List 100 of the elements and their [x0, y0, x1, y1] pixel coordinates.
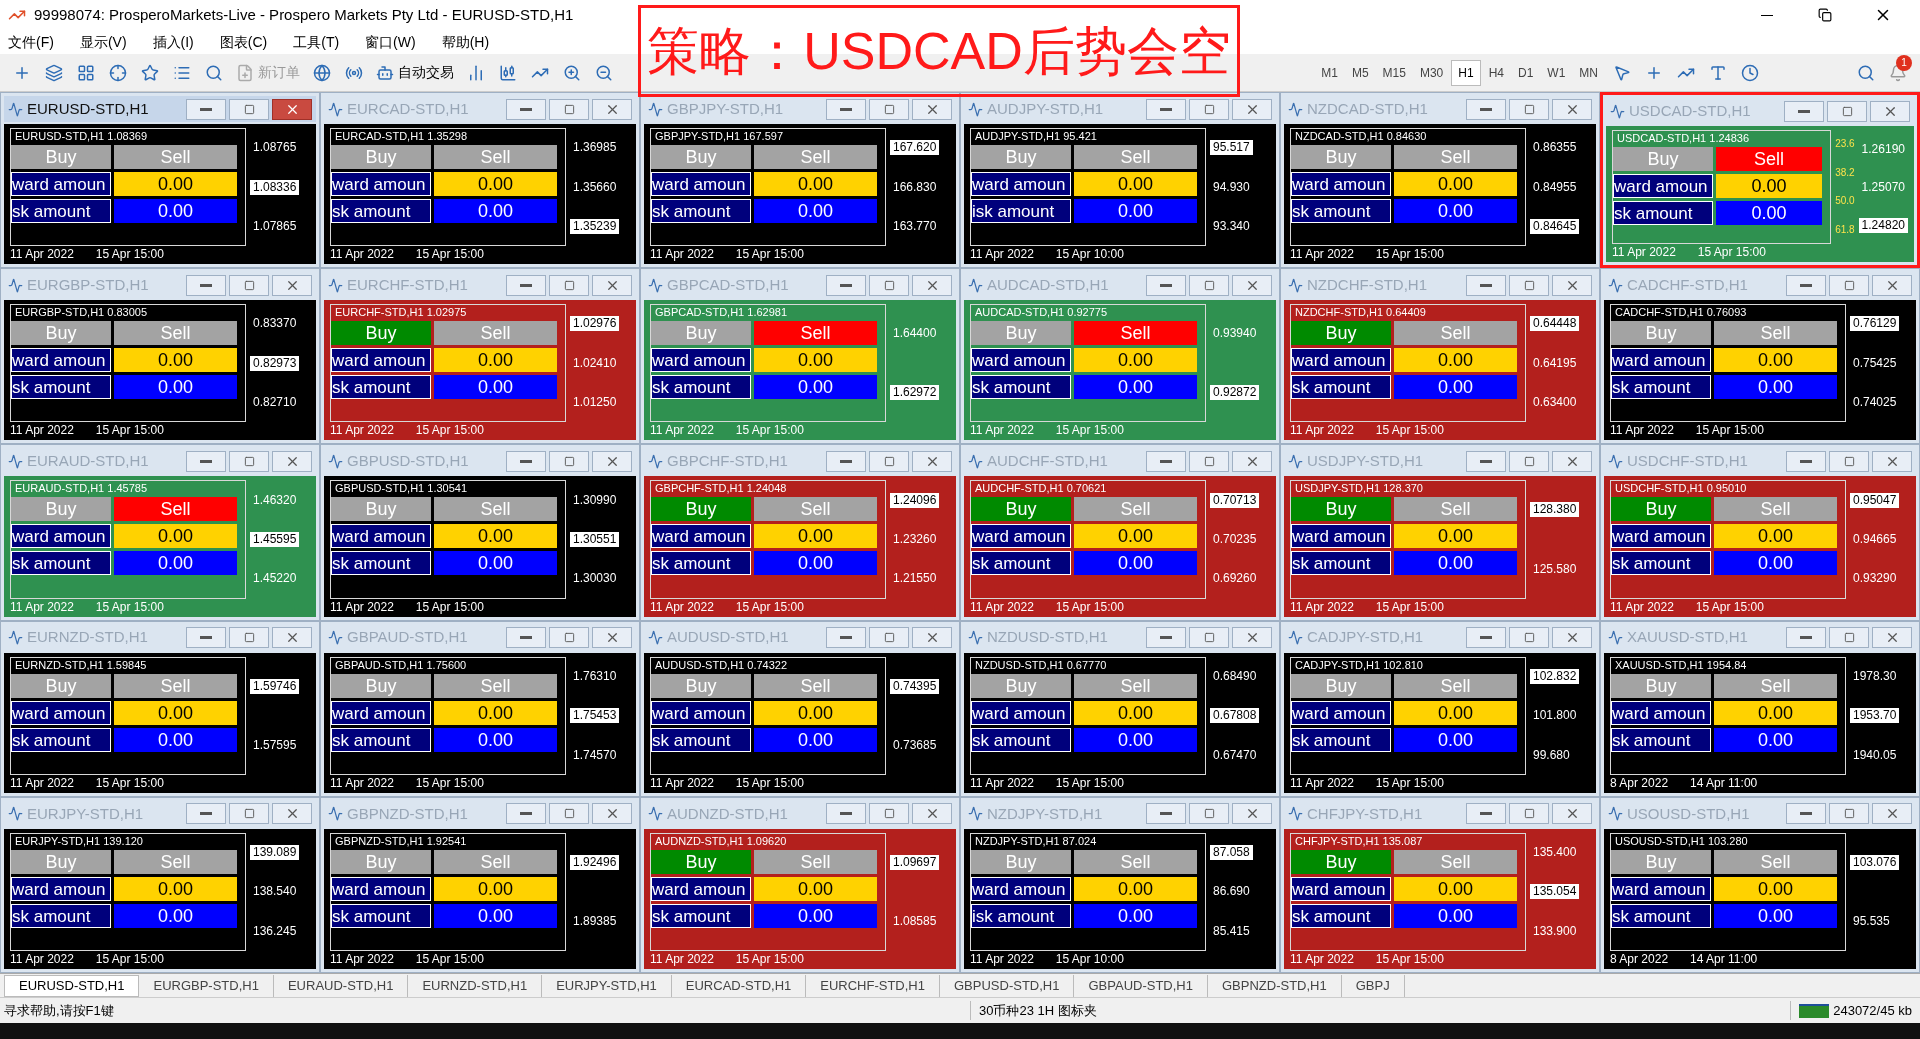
timeframe-button[interactable]: H4	[1482, 59, 1510, 86]
maximize-button[interactable]	[869, 98, 909, 120]
menu-item[interactable]: 插入(I)	[152, 31, 194, 53]
buy-button[interactable]: Buy	[971, 673, 1071, 698]
buy-button[interactable]: Buy	[1611, 497, 1711, 522]
maximize-button[interactable]	[1189, 450, 1229, 472]
sell-button[interactable]: Sell	[1714, 849, 1837, 874]
close-button[interactable]	[1872, 627, 1912, 649]
chart-tab[interactable]: EURJPY-STD,H1	[542, 975, 672, 997]
minimize-button[interactable]	[826, 803, 866, 825]
close-button[interactable]	[1872, 450, 1912, 472]
close-button[interactable]	[1872, 274, 1912, 296]
buy-button[interactable]: Buy	[331, 673, 431, 698]
close-button[interactable]	[1552, 627, 1592, 649]
sell-button[interactable]: Sell	[1394, 673, 1517, 698]
minimize-button[interactable]	[186, 450, 226, 472]
minimize-button[interactable]	[1786, 803, 1826, 825]
sell-button[interactable]: Sell	[1074, 673, 1197, 698]
close-button[interactable]	[1232, 98, 1272, 120]
sell-button[interactable]: Sell	[754, 497, 877, 522]
maximize-button[interactable]	[229, 450, 269, 472]
sell-button[interactable]: Sell	[1394, 849, 1517, 874]
minimize-button[interactable]	[186, 803, 226, 825]
close-button[interactable]	[1232, 627, 1272, 649]
sell-button[interactable]: Sell	[754, 145, 877, 169]
sell-button[interactable]: Sell	[434, 673, 557, 698]
buy-button[interactable]: Buy	[971, 849, 1071, 874]
minimize-button[interactable]	[506, 98, 546, 120]
buy-button[interactable]: Buy	[331, 321, 431, 346]
buy-button[interactable]: Buy	[651, 321, 751, 346]
minimize-button[interactable]	[1146, 274, 1186, 296]
auto-trading-button[interactable]: 自动交易	[372, 58, 458, 87]
close-button[interactable]	[272, 98, 312, 120]
maximize-button[interactable]	[1189, 627, 1229, 649]
sell-button[interactable]: Sell	[1074, 145, 1197, 169]
sell-button[interactable]: Sell	[1714, 673, 1837, 698]
minimize-button[interactable]	[506, 274, 546, 296]
maximize-button[interactable]	[1509, 98, 1549, 120]
sell-button[interactable]: Sell	[434, 497, 557, 522]
maximize-button[interactable]	[1829, 450, 1869, 472]
maximize-button[interactable]	[229, 803, 269, 825]
buy-button[interactable]: Buy	[331, 849, 431, 874]
buy-button[interactable]: Buy	[971, 321, 1071, 346]
sell-button[interactable]: Sell	[1394, 145, 1517, 169]
chart-tab[interactable]: GBPUSD-STD,H1	[940, 975, 1075, 997]
chart-tab[interactable]: EURCAD-STD,H1	[671, 975, 807, 997]
buy-button[interactable]: Buy	[651, 145, 751, 169]
close-button[interactable]	[912, 803, 952, 825]
buy-button[interactable]: Buy	[1291, 321, 1391, 346]
minimize-button[interactable]	[1146, 98, 1186, 120]
maximize-button[interactable]	[229, 627, 269, 649]
maximize-button[interactable]	[1829, 627, 1869, 649]
sell-button[interactable]: Sell	[114, 673, 237, 698]
maximize-button[interactable]	[1829, 803, 1869, 825]
minimize-button[interactable]	[826, 274, 866, 296]
close-button[interactable]	[912, 274, 952, 296]
timeframe-button[interactable]: MN	[1573, 59, 1604, 86]
sell-button[interactable]: Sell	[1074, 497, 1197, 522]
sell-button[interactable]: Sell	[754, 321, 877, 346]
buy-button[interactable]: Buy	[331, 497, 431, 522]
maximize-button[interactable]	[869, 274, 909, 296]
buy-button[interactable]: Buy	[11, 673, 111, 698]
maximize-button[interactable]	[549, 98, 589, 120]
buy-button[interactable]: Buy	[11, 849, 111, 874]
buy-button[interactable]: Buy	[1611, 849, 1711, 874]
chart-tab[interactable]: EURNZD-STD,H1	[408, 975, 543, 997]
sell-button[interactable]: Sell	[434, 849, 557, 874]
chart-tab[interactable]: EURCHF-STD,H1	[806, 975, 940, 997]
minimize-button[interactable]	[1466, 627, 1506, 649]
close-button[interactable]	[592, 450, 632, 472]
close-button[interactable]	[1552, 803, 1592, 825]
close-button[interactable]	[592, 627, 632, 649]
close-button[interactable]	[1872, 803, 1912, 825]
maximize-button[interactable]	[1189, 274, 1229, 296]
buy-button[interactable]: Buy	[651, 497, 751, 522]
maximize-button[interactable]	[229, 274, 269, 296]
minimize-button[interactable]	[506, 803, 546, 825]
sell-button[interactable]: Sell	[434, 321, 557, 346]
menu-item[interactable]: 帮助(H)	[441, 31, 490, 53]
minimize-button[interactable]	[506, 450, 546, 472]
maximize-button[interactable]	[549, 274, 589, 296]
buy-button[interactable]: Buy	[1611, 321, 1711, 346]
close-button[interactable]	[1870, 100, 1910, 122]
maximize-button[interactable]	[1829, 274, 1869, 296]
maximize-button[interactable]	[869, 803, 909, 825]
maximize-button[interactable]	[1189, 803, 1229, 825]
close-button[interactable]	[1552, 274, 1592, 296]
close-button[interactable]	[912, 98, 952, 120]
timeframe-button[interactable]: M5	[1345, 59, 1375, 86]
buy-button[interactable]: Buy	[331, 145, 431, 169]
minimize-button[interactable]	[1146, 627, 1186, 649]
chart-tab[interactable]: EURGBP-STD,H1	[139, 975, 274, 997]
minimize-button[interactable]	[1786, 274, 1826, 296]
maximize-button[interactable]	[1827, 100, 1867, 122]
timeframe-button[interactable]: H1	[1451, 59, 1481, 86]
close-button[interactable]	[1232, 274, 1272, 296]
maximize-button[interactable]	[869, 450, 909, 472]
buy-button[interactable]: Buy	[11, 145, 111, 169]
sell-button[interactable]: Sell	[1714, 497, 1837, 522]
minimize-button[interactable]	[826, 98, 866, 120]
